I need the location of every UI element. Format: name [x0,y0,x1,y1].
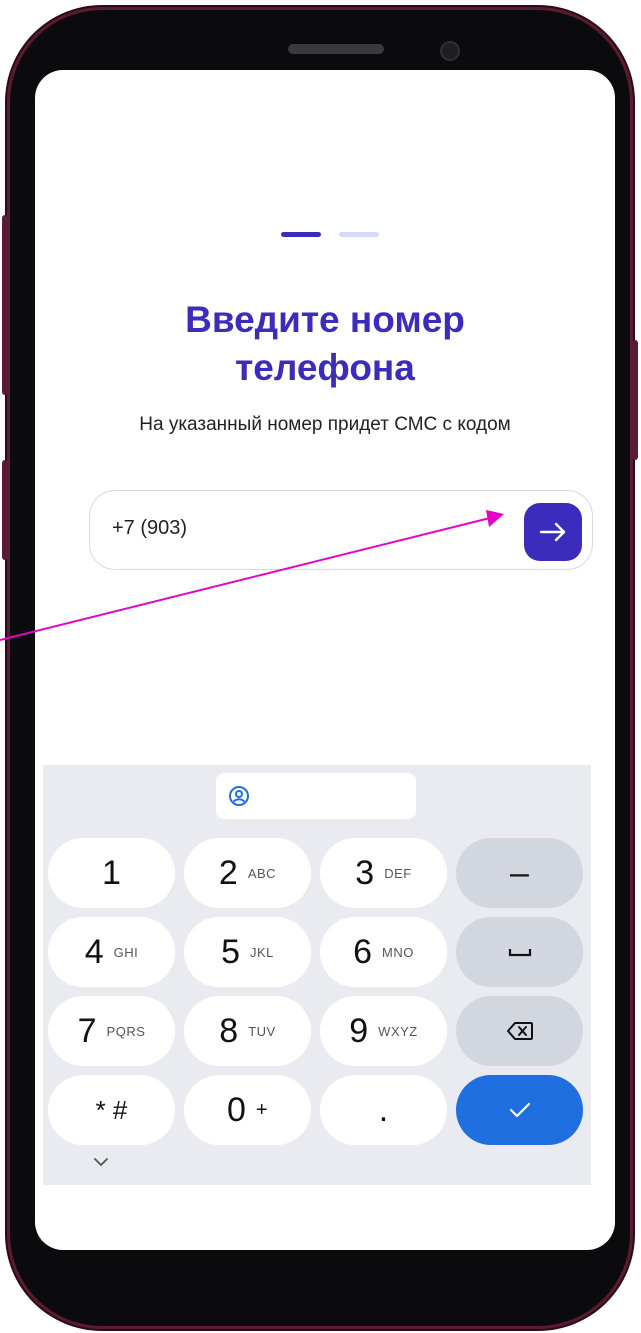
phone-frame: Введите номер телефона На указанный номе… [2,10,638,1326]
key-sublabel: TUV [248,1023,276,1039]
key-sublabel: JKL [250,944,274,960]
page-title: Введите номер телефона [35,296,615,392]
key-label: 1 [102,853,121,892]
numeric-keyboard: 1 2 ABC 3 DEF – 4 GHI 5 JKL 6 MNO 7 PQRS… [43,765,591,1185]
key-sublabel: PQRS [106,1023,146,1039]
key-dot[interactable]: . [320,1075,447,1145]
key-dash[interactable]: – [456,838,583,908]
chevron-down-icon[interactable] [93,1157,109,1167]
key-label: 2 [218,853,238,892]
keyboard-suggestion-bar[interactable] [216,773,416,819]
phone-number-value[interactable]: +7 (903) [112,517,187,540]
key-label: 3 [355,853,375,892]
key-label: * # [95,1094,128,1125]
key-label: 5 [221,932,240,971]
key-2[interactable]: 2 ABC [184,838,311,908]
contact-icon[interactable] [228,785,250,807]
arrow-right-icon [539,522,566,542]
key-4[interactable]: 4 GHI [48,917,175,987]
key-8[interactable]: 8 TUV [184,996,311,1066]
earpiece-speaker [288,44,384,54]
step-indicator-inactive [339,232,379,237]
key-label: 7 [77,1011,97,1050]
key-sublabel: + [255,1098,269,1121]
step-indicator [281,232,379,237]
power-button [632,340,638,460]
page-subtitle: На указанный номер придет СМС с кодом [139,414,511,435]
key-7[interactable]: 7 PQRS [48,996,175,1066]
title-line-1: Введите номер [185,299,465,340]
key-backspace[interactable] [456,996,583,1066]
key-sublabel: DEF [384,865,412,881]
key-star-hash[interactable]: * # [48,1075,175,1145]
key-9[interactable]: 9 WXYZ [320,996,447,1066]
volume-button [2,215,8,395]
key-label: 9 [349,1011,369,1050]
key-label: 6 [353,932,373,971]
front-camera-icon [440,41,460,61]
key-1[interactable]: 1 [48,838,175,908]
key-sublabel: WXYZ [378,1023,418,1039]
step-indicator-active [281,232,321,237]
key-6[interactable]: 6 MNO [320,917,447,987]
key-3[interactable]: 3 DEF [320,838,447,908]
backspace-icon [506,1022,533,1040]
key-label: 0 [226,1090,246,1129]
space-icon [508,949,531,957]
next-button[interactable] [524,503,582,561]
key-label: – [510,853,529,892]
key-done[interactable] [456,1075,583,1145]
key-label: 8 [219,1011,239,1050]
key-5[interactable]: 5 JKL [184,917,311,987]
key-space[interactable] [456,917,583,987]
phone-number-field[interactable]: +7 (903) [89,490,593,570]
key-sublabel: ABC [247,865,277,881]
bixby-button [2,460,8,560]
key-label: . [378,1090,389,1129]
done-check-icon [509,1102,530,1118]
key-0[interactable]: 0 + [184,1075,311,1145]
title-line-2: телефона [235,347,415,388]
key-sublabel: GHI [113,944,139,960]
key-sublabel: MNO [382,944,414,960]
key-label: 4 [84,932,104,971]
